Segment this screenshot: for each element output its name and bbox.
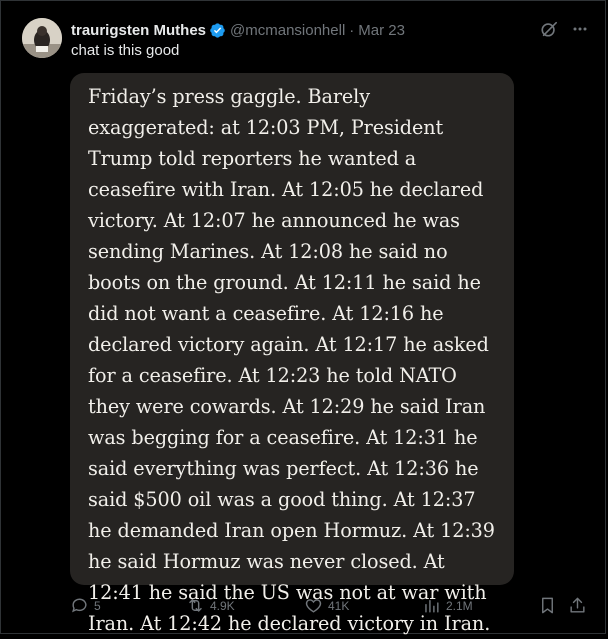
author-name[interactable]: traurigsten Muthes <box>71 22 206 39</box>
separator-dot: · <box>349 21 355 39</box>
bookmark-button[interactable] <box>538 596 557 615</box>
share-icon <box>568 596 587 615</box>
action-bar: 5 4.9K 41K 2.1M <box>70 596 590 618</box>
post-text: chat is this good <box>71 42 180 59</box>
verified-badge-icon <box>209 22 226 39</box>
views-button[interactable]: 2.1M <box>422 596 473 615</box>
post-top-actions <box>540 20 588 38</box>
views-count: 2.1M <box>446 598 473 613</box>
repost-button[interactable]: 4.9K <box>186 596 235 615</box>
grok-icon[interactable] <box>540 20 558 38</box>
bookmark-icon <box>538 596 557 615</box>
like-button[interactable]: 41K <box>304 596 349 615</box>
avatar[interactable] <box>22 18 62 58</box>
more-icon[interactable] <box>572 21 588 37</box>
quote-text: Friday’s press gaggle. Barely exaggerate… <box>88 85 495 635</box>
reply-icon <box>70 596 89 615</box>
avatar-image <box>22 18 62 58</box>
heart-icon <box>304 596 323 615</box>
repost-icon <box>186 596 205 615</box>
like-count: 41K <box>328 598 350 613</box>
share-button[interactable] <box>568 596 587 615</box>
author-handle[interactable]: @mcmansionhell <box>230 22 345 39</box>
post-header: traurigsten Muthes @mcmansionhell · Mar … <box>71 20 405 40</box>
views-icon <box>422 596 441 615</box>
quote-card[interactable]: Friday’s press gaggle. Barely exaggerate… <box>70 73 514 635</box>
reply-count: 5 <box>94 598 101 613</box>
reply-button[interactable]: 5 <box>70 596 101 615</box>
repost-count: 4.9K <box>210 598 235 613</box>
post-date[interactable]: Mar 23 <box>358 22 405 39</box>
